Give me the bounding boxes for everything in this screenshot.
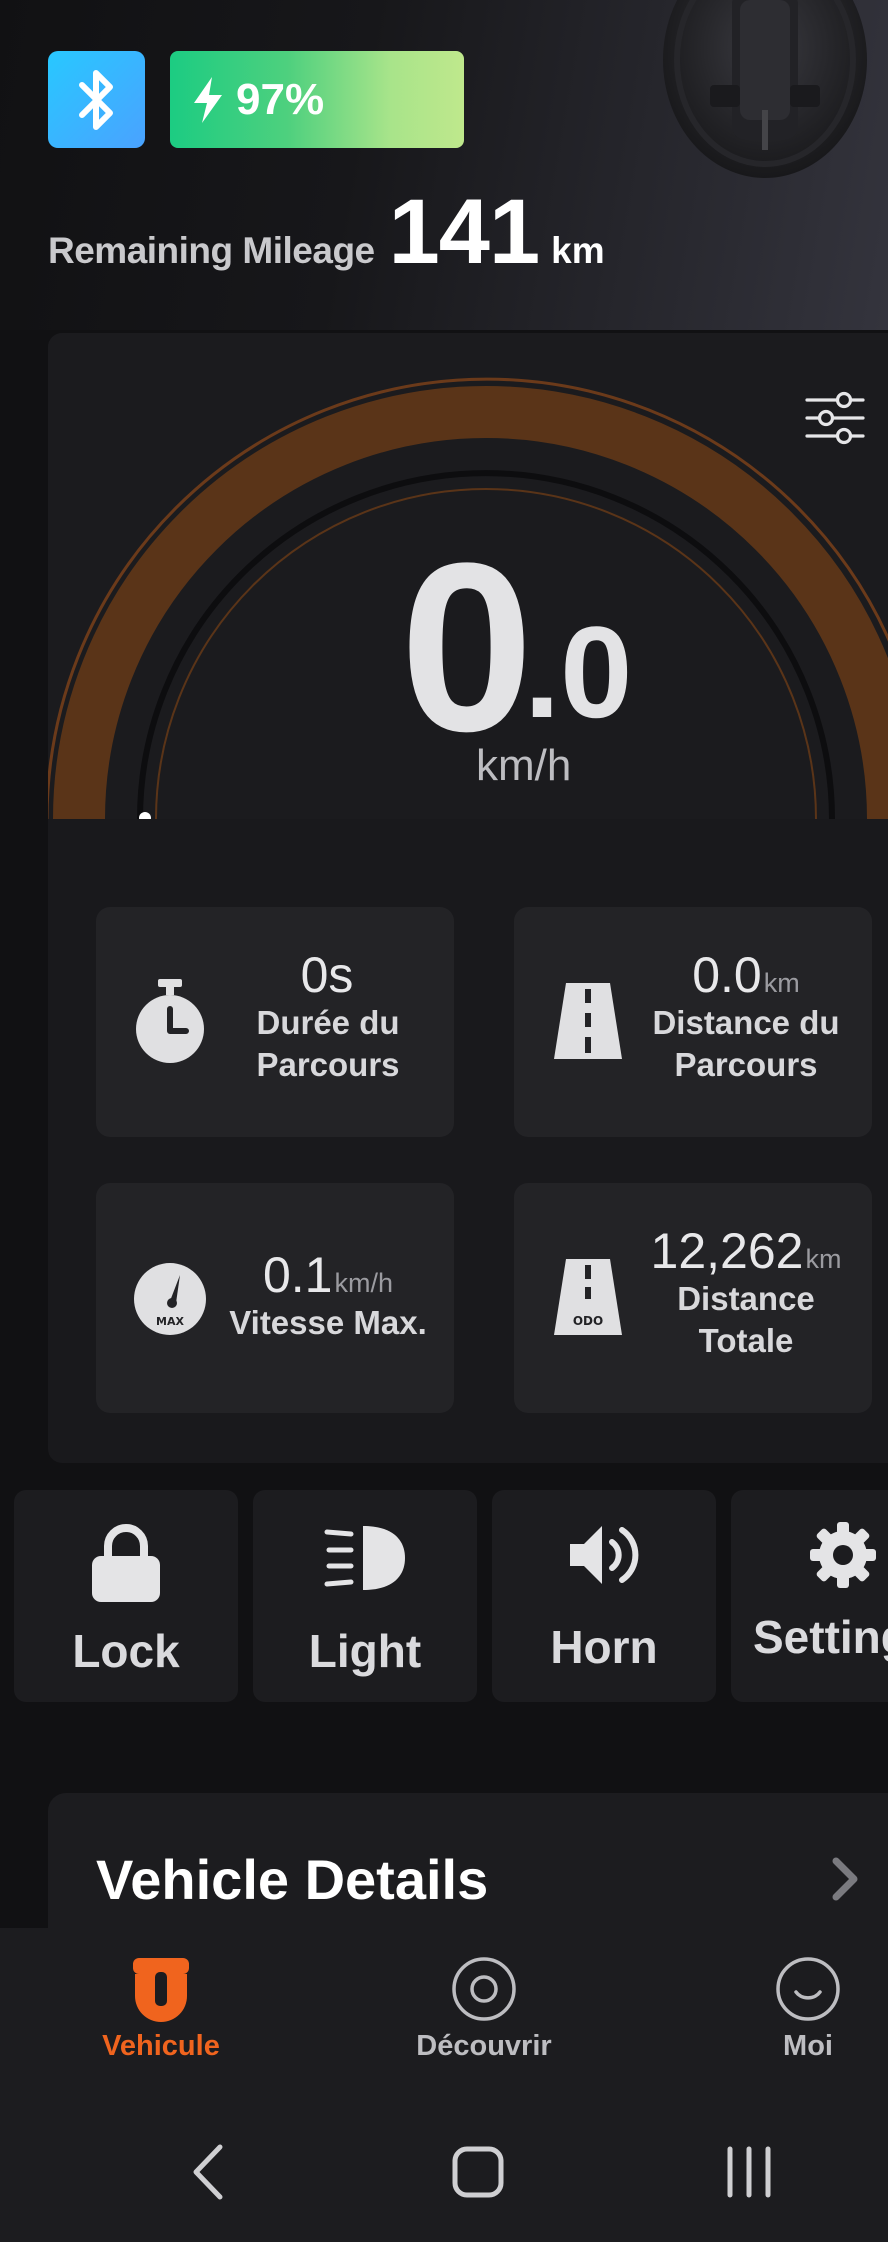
odo-icon-text: ODO [573, 1314, 603, 1328]
nav-tab-moi[interactable]: Moi [698, 1956, 888, 2096]
trip-distance-label-2: Parcours [674, 1046, 818, 1084]
vehicle-header: 97% Remaining Mileage 141 km [0, 0, 888, 330]
battery-percent: 97% [236, 74, 325, 124]
vehicle-details-card[interactable]: Vehicle Details [48, 1793, 888, 1933]
total-distance-unit: km [805, 1244, 842, 1274]
trip-distance-unit: km [763, 968, 800, 998]
setting-label: Setting [753, 1611, 888, 1663]
odometer-road-icon: ODO [554, 1259, 622, 1335]
bluetooth-button[interactable] [48, 51, 145, 148]
max-icon-text: MAX [156, 1315, 184, 1328]
android-system-navigation [0, 2113, 888, 2242]
electric-unicycle-image [663, 0, 867, 178]
gear-icon [810, 1522, 876, 1588]
speed-readout: 0 .0 [348, 527, 688, 773]
speed-decimal: .0 [524, 599, 633, 745]
trip-duration-label-1: Durée du [256, 1003, 400, 1041]
trip-duration-value: 0s [300, 947, 354, 1003]
speed-integer: 0 [400, 513, 533, 781]
max-speed-label: Vitesse Max. [229, 1303, 427, 1341]
max-speed-value: 0.1 [262, 1247, 333, 1303]
home-icon[interactable] [452, 2143, 504, 2201]
light-button[interactable]: Light [253, 1490, 477, 1702]
light-label: Light [308, 1625, 422, 1677]
trip-duration-label-2: Parcours [256, 1046, 400, 1084]
bottom-navigation: Vehicule Découvrir Moi [0, 1928, 888, 2113]
nav-label-decouvrir: Découvrir [416, 2030, 552, 2062]
trip-duration-tile: 0s Durée du Parcours [96, 907, 454, 1137]
charging-bolt-icon [194, 76, 222, 123]
back-icon[interactable] [190, 2143, 226, 2201]
speed-card: 0 .0 km/h 0s Durée du Parcours 0.0km Dis… [48, 333, 888, 1463]
max-speed-tile: MAX 0.1km/h Vitesse Max. [96, 1183, 454, 1413]
total-distance-label-1: Distance [677, 1279, 815, 1317]
vehicle-icon [133, 1958, 189, 2022]
speaker-icon [570, 1526, 639, 1584]
max-gauge-icon: MAX [134, 1263, 206, 1335]
trip-distance-tile: 0.0km Distance du Parcours [514, 907, 872, 1137]
total-distance-value: 12,262 [650, 1223, 804, 1279]
stopwatch-icon [136, 979, 204, 1063]
setting-button[interactable]: Setting [731, 1490, 888, 1702]
bluetooth-icon [78, 69, 113, 130]
vehicle-details-title: Vehicle Details [96, 1848, 489, 1911]
battery-indicator: 97% [170, 51, 464, 148]
nav-tab-vehicule[interactable]: Vehicule [51, 1956, 271, 2096]
nav-tab-decouvrir[interactable]: Découvrir [374, 1956, 594, 2096]
headlight-icon [324, 1526, 405, 1590]
app-screen: 97% Remaining Mileage 141 km 0 .0 km/h 0… [0, 0, 888, 2242]
trip-distance-value: 0.0 [692, 947, 762, 1003]
horn-label: Horn [550, 1621, 658, 1673]
nav-label-vehicule: Vehicule [102, 2030, 220, 2062]
profile-smile-icon [776, 1957, 840, 2021]
mileage-value: 141 [388, 181, 540, 283]
trip-distance-label-1: Distance du [652, 1003, 840, 1041]
mileage-unit: km [551, 230, 605, 271]
sliders-icon[interactable] [804, 387, 866, 449]
nav-label-moi: Moi [783, 2030, 833, 2062]
chevron-right-icon [832, 1857, 858, 1901]
total-distance-tile: ODO 12,262km Distance Totale [514, 1183, 872, 1413]
lock-icon [92, 1524, 160, 1602]
horn-button[interactable]: Horn [492, 1490, 716, 1702]
discover-icon [452, 1957, 516, 2021]
mileage-label: Remaining Mileage [48, 230, 375, 271]
road-icon [554, 983, 622, 1059]
speedometer-panel: 0 .0 km/h [48, 333, 888, 819]
recent-apps-icon[interactable] [724, 2143, 774, 2201]
lock-button[interactable]: Lock [14, 1490, 238, 1702]
max-speed-unit: km/h [334, 1268, 394, 1298]
remaining-mileage: Remaining Mileage 141 km [48, 180, 605, 285]
lock-label: Lock [72, 1625, 180, 1677]
speed-unit: km/h [476, 741, 572, 790]
total-distance-label-2: Totale [698, 1322, 794, 1360]
